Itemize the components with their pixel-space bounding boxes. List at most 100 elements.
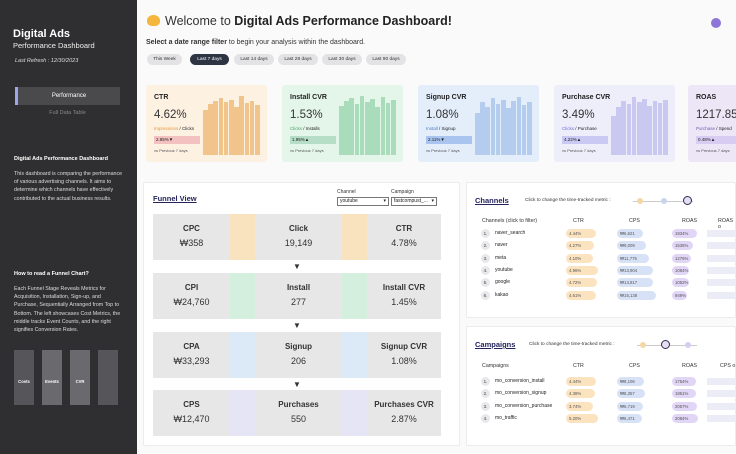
kpi-trend-bar — [647, 105, 652, 155]
funnel-event-cell: Purchases 550 — [255, 390, 342, 436]
funnel-rate-cell: Purchases CVR 2.87% — [367, 390, 441, 436]
user-avatar-icon[interactable] — [711, 18, 721, 28]
trend-sparkline — [707, 266, 736, 274]
range-last-14-days[interactable]: Last 14 days — [234, 54, 274, 65]
campaign-row[interactable]: 4. mo_traffic 5.20% ₩6,471 2084% — [481, 413, 736, 424]
channel-row[interactable]: 2. naver 4.27% ₩9,009 1535% — [481, 240, 736, 251]
row-name: kakao — [495, 291, 509, 298]
sidebar-item-performance[interactable]: Performance — [15, 87, 120, 105]
cps-pill: ₩13,904 — [617, 265, 653, 275]
ctr-pill: 4.72% — [566, 278, 597, 288]
channels-header-ctr[interactable]: CTR — [573, 218, 584, 224]
ctr-pill: 4.10% — [566, 253, 594, 263]
campaign-row[interactable]: 1. mo_conversion_install 4.44% ₩8,106 1754% — [481, 376, 736, 387]
campaign-row[interactable]: 3. mo_conversion_purchase 3.74% ₩6,719 2057% — [481, 401, 736, 412]
funnel-help-text: Each Funnel Stage Reveals Metrics for Ac… — [14, 286, 121, 334]
main-content: Welcome to Digital Ads Performance Dashb… — [137, 0, 736, 454]
kpi-value: 3.49% — [562, 109, 595, 121]
campaigns-metric-cps-knob[interactable] — [661, 340, 670, 349]
funnel-accent-band — [230, 390, 255, 436]
range-last-90-days[interactable]: Last 90 days — [366, 54, 406, 65]
channel-row[interactable]: 6. kakao 4.61% ₩15,138 949% — [481, 290, 736, 301]
row-name: mo_conversion_install — [495, 378, 545, 384]
ctr-pill: 4.38% — [566, 389, 596, 399]
campaign-row[interactable]: 2. mo_conversion_signup 4.38% ₩8,357 1851% — [481, 388, 736, 399]
about-heading: Digital Ads Performance Dashboard — [14, 156, 108, 162]
channels-metric-roas-knob[interactable] — [683, 196, 692, 205]
kpi-formula: Impressions / Clicks — [154, 126, 195, 131]
campaigns-header-ctr[interactable]: CTR — [573, 363, 584, 369]
kpi-trend-bars — [203, 95, 260, 155]
channel-row[interactable]: 4. youtube 4.96% ₩13,904 1084% — [481, 265, 736, 276]
campaign-select[interactable]: fastcompust_... — [391, 197, 437, 206]
row-index: 4. — [481, 265, 490, 275]
channel-row[interactable]: 5. google 4.72% ₩13,817 1052% — [481, 277, 736, 288]
kpi-comparison-label: vs Previous 7 days — [562, 148, 596, 153]
kpi-comparison-label: vs Previous 7 days — [290, 148, 324, 153]
channels-metric-ctr-dot[interactable] — [637, 198, 643, 204]
cps-pill: ₩8,357 — [617, 389, 645, 399]
channels-metric-hint: Click to change the time-tracked metric … — [525, 198, 611, 203]
range-last-30-days[interactable]: Last 30 days — [322, 54, 362, 65]
roas-pill: 949% — [672, 290, 688, 300]
last-refresh: Last Refresh : 12/30/2023 — [15, 58, 79, 64]
waving-hand-icon — [147, 15, 160, 26]
trend-sparkline — [707, 414, 736, 422]
range-last-28-days[interactable]: Last 28 days — [278, 54, 318, 65]
campaigns-header-cps[interactable]: CPS — [629, 363, 640, 369]
roas-pill: 1276% — [672, 253, 692, 263]
cps-pill: ₩6,621 — [617, 229, 643, 238]
funnel-cost-cell: CPS ₩12,470 — [153, 390, 230, 436]
kpi-trend-bar — [475, 113, 480, 155]
row-index: 3. — [481, 253, 490, 263]
funnel-accent-band — [342, 214, 367, 260]
kpi-trend-bar — [218, 98, 224, 155]
kpi-trend-bar — [621, 101, 626, 155]
range-this-week[interactable]: This Week — [147, 54, 182, 65]
kpi-trend-bar — [527, 102, 532, 155]
sidebar-item-full-data-table[interactable]: Full Data Table — [15, 110, 120, 116]
channels-metric-cps-dot[interactable] — [661, 198, 667, 204]
row-index: 5. — [481, 278, 490, 288]
welcome-heading: Welcome to Digital Ads Performance Dashb… — [147, 14, 452, 28]
roas-pill: 1084% — [672, 265, 689, 275]
kpi-formula: Install / Signup — [426, 126, 456, 131]
kpi-trend-bar — [249, 101, 255, 155]
kpi-card-ctr: CTR 4.62% Impressions / Clicks 2.85%▼ vs Pre… — [146, 85, 267, 162]
kpi-trend-bar — [344, 101, 349, 155]
channels-header-name[interactable]: Channels (click to filter) — [482, 218, 537, 224]
cps-pill: ₩6,471 — [617, 413, 642, 423]
channels-header-roas[interactable]: ROAS — [682, 218, 697, 224]
kpi-trend-bar — [642, 98, 647, 155]
channel-select[interactable]: youtube — [337, 197, 389, 206]
kpi-trend-bar — [354, 104, 360, 155]
trend-sparkline — [707, 230, 736, 237]
kpi-formula: Clicks / Purchase — [562, 126, 597, 131]
kpi-trend-bar — [229, 99, 234, 155]
funnel-stage-row: CPS ₩12,470 Purchases 550 Purchases CVR 2.87% — [153, 390, 441, 436]
funnel-rate-cell: Signup CVR 1.08% — [367, 332, 441, 378]
funnel-stage-row: CPA ₩33,293 Signup 206 Signup CVR 1.08% — [153, 332, 441, 378]
kpi-trend-bar — [480, 102, 485, 155]
kpi-comparison-label: vs Previous 7 days — [696, 148, 730, 153]
kpi-change-badge: 4.22%▲ — [562, 136, 608, 144]
campaigns-metric-ctr-dot[interactable] — [640, 342, 646, 348]
kpi-trend-bar — [391, 100, 396, 155]
kpi-name: Purchase CVR — [562, 94, 611, 101]
ctr-pill: 4.27% — [566, 241, 594, 251]
row-name: naver_search — [495, 230, 526, 236]
mini-label-cvr: CVR — [75, 379, 85, 384]
channel-row[interactable]: 3. meta 4.10% ₩11,775 1276% — [481, 253, 736, 264]
campaigns-metric-roas-dot[interactable] — [685, 342, 691, 348]
funnel-cost-cell: CPC ₩358 — [153, 214, 230, 260]
channel-row[interactable]: 1. naver_search 4.44% ₩6,621 1934% — [481, 228, 736, 239]
channels-header-cps[interactable]: CPS — [629, 218, 640, 224]
range-last-7-days[interactable]: Last 7 days — [190, 54, 229, 65]
funnel-accent-band — [342, 390, 367, 436]
row-index: 3. — [481, 401, 490, 411]
campaigns-header-roas[interactable]: ROAS — [682, 363, 697, 369]
funnel-view-title: Funnel View — [153, 194, 197, 203]
row-index: 6. — [481, 290, 490, 300]
campaigns-header-name[interactable]: Campaigns — [482, 363, 509, 369]
ctr-pill: 4.61% — [566, 290, 596, 300]
